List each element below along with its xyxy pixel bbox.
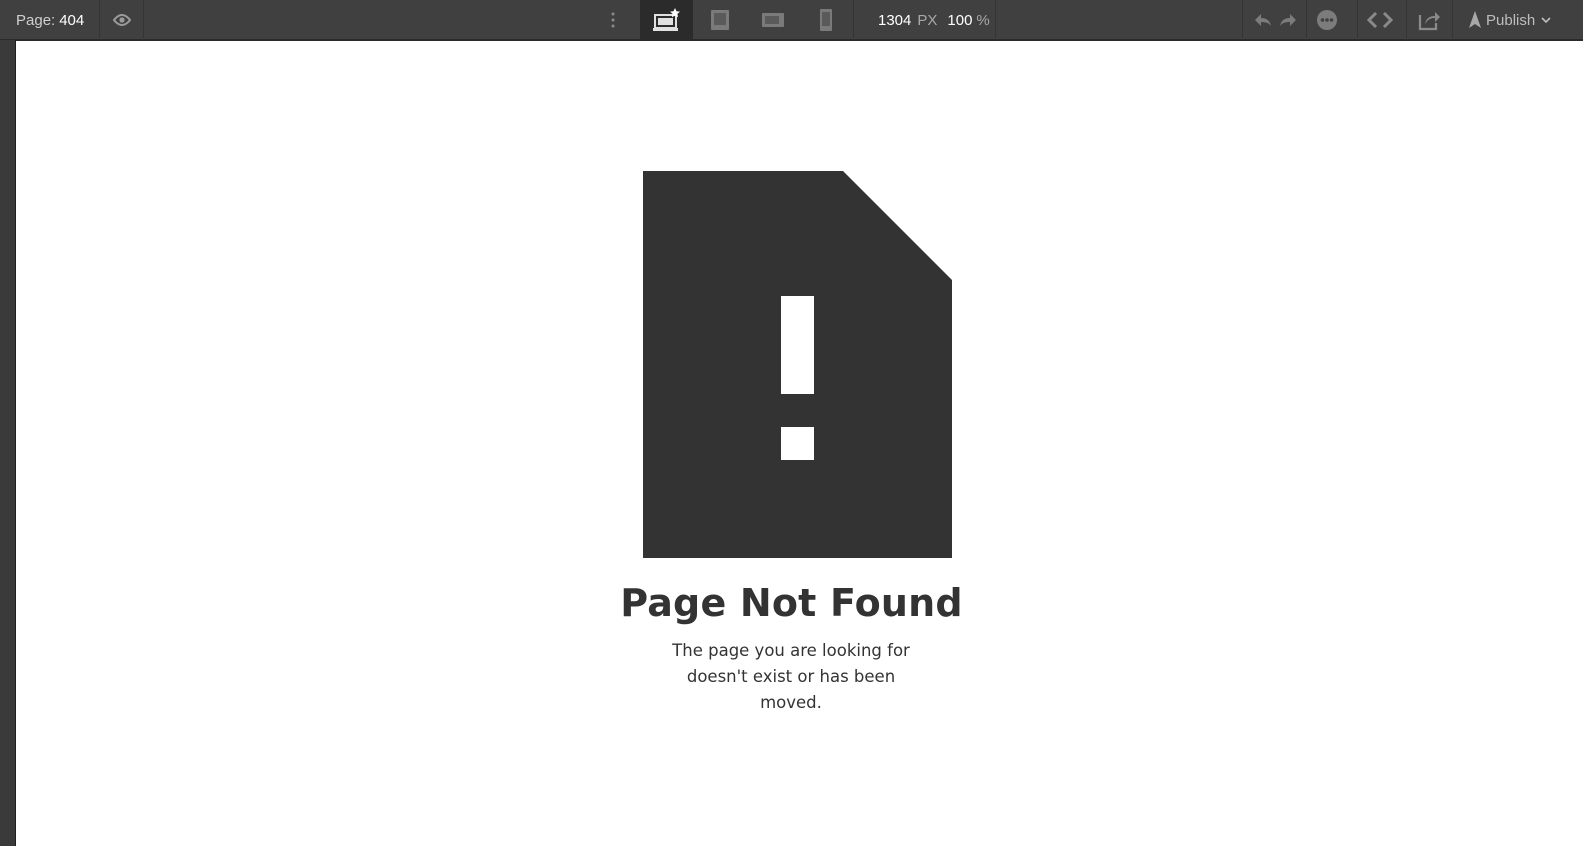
divider: [143, 0, 144, 40]
device-tablet-button[interactable]: [693, 0, 746, 40]
tablet-landscape-device-icon: [761, 13, 784, 27]
divider: [1242, 0, 1243, 40]
desktop-device-icon: [652, 8, 680, 31]
zoom-unit: %: [976, 11, 990, 29]
eye-icon: [112, 13, 131, 27]
redo-button[interactable]: [1275, 0, 1300, 40]
divider: [853, 0, 854, 40]
page-indicator[interactable]: Page: 404: [16, 0, 84, 40]
device-phone-button[interactable]: [799, 0, 852, 40]
left-rail: [0, 40, 16, 846]
undo-icon: [1254, 14, 1271, 26]
rocket-icon: [1469, 11, 1481, 28]
width-value[interactable]: 1304: [878, 12, 911, 29]
top-toolbar: Page: 404 1304 PX 100 % Publish: [0, 0, 1583, 40]
share-icon: [1418, 12, 1440, 31]
page-title: Page Not Found: [620, 581, 963, 625]
file-error-icon: [643, 171, 952, 558]
canvas-dimensions: 1304 PX 100 %: [878, 0, 990, 40]
preview-button[interactable]: [100, 0, 143, 40]
tablet-device-icon: [710, 10, 729, 30]
zoom-value[interactable]: 100: [947, 12, 972, 29]
more-options-button[interactable]: [600, 0, 626, 40]
divider: [995, 0, 996, 40]
device-tablet-landscape-button[interactable]: [746, 0, 799, 40]
more-vertical-icon: [611, 12, 615, 28]
chat-icon: [1317, 10, 1337, 30]
comments-button[interactable]: [1307, 0, 1347, 40]
code-icon: [1367, 11, 1393, 29]
divider: [1452, 0, 1453, 40]
design-canvas[interactable]: Page Not Found The page you are looking …: [16, 41, 1583, 846]
chevron-down-icon: [1541, 17, 1551, 24]
page-label: Page:: [16, 11, 56, 29]
page-value: 404: [59, 11, 85, 29]
publish-label: Publish: [1486, 11, 1536, 29]
undo-button[interactable]: [1250, 0, 1275, 40]
publish-rocket[interactable]: [1462, 0, 1488, 40]
publish-button[interactable]: Publish: [1486, 0, 1551, 40]
device-desktop-button[interactable]: [640, 0, 693, 40]
phone-device-icon: [819, 9, 832, 31]
redo-icon: [1279, 14, 1296, 26]
code-button[interactable]: [1358, 0, 1402, 40]
share-button[interactable]: [1407, 0, 1451, 40]
width-unit: PX: [917, 11, 938, 29]
page-message: The page you are looking for doesn't exi…: [672, 641, 910, 712]
